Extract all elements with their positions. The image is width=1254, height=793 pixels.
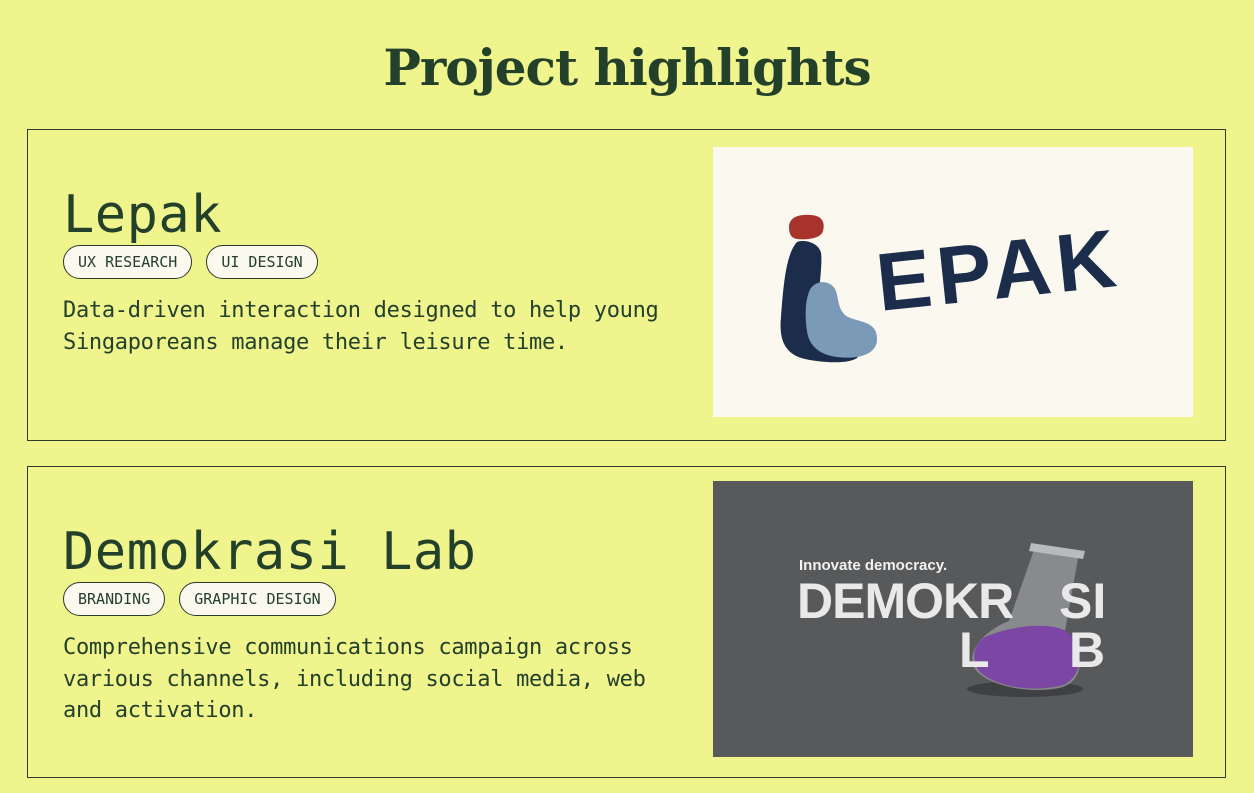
lepak-red-dot <box>789 214 824 240</box>
tag-ui-design: UI DESIGN <box>206 245 318 279</box>
project-thumbnail-demokrasi-lab[interactable]: Innovate democracy. DEMOKR SI L B <box>713 481 1193 757</box>
demokrasi-logo-line1-end: SI <box>1059 573 1106 629</box>
project-card-demokrasi-lab[interactable]: Demokrasi Lab BRANDING GRAPHIC DESIGN Co… <box>27 466 1226 778</box>
lepak-blue-blob <box>805 282 878 358</box>
lepak-logo-image: EPAK <box>780 213 1126 363</box>
demokrasi-tagline: Innovate democracy. <box>799 557 947 574</box>
page-title: Project highlights <box>383 38 871 97</box>
project-description: Data-driven interaction designed to help… <box>63 298 659 355</box>
demokrasi-logo-line1: DEMOKR <box>797 573 1014 629</box>
lepak-logo-text: EPAK <box>872 213 1126 329</box>
project-card-lepak[interactable]: Lepak UX RESEARCH UI DESIGN Data-driven … <box>27 129 1226 441</box>
project-description: Comprehensive communications campaign ac… <box>63 635 646 723</box>
project-tags: BRANDING GRAPHIC DESIGN <box>63 582 673 616</box>
demokrasi-logo-line2-start: L <box>959 622 990 678</box>
project-card-text: Demokrasi Lab BRANDING GRAPHIC DESIGN Co… <box>63 467 673 727</box>
tag-branding: BRANDING <box>63 582 166 616</box>
project-title: Lepak <box>63 185 223 245</box>
project-title: Demokrasi Lab <box>63 522 477 582</box>
project-thumbnail-lepak[interactable]: EPAK <box>713 147 1193 417</box>
project-tags: UX RESEARCH UI DESIGN <box>63 245 673 279</box>
project-card-text: Lepak UX RESEARCH UI DESIGN Data-driven … <box>63 130 673 358</box>
demokrasi-lab-logo-image: Innovate democracy. DEMOKR SI L B <box>797 543 1106 697</box>
demokrasi-logo-line2-end: B <box>1069 622 1105 678</box>
tag-graphic-design: GRAPHIC DESIGN <box>179 582 336 616</box>
tag-ux-research: UX RESEARCH <box>63 245 193 279</box>
